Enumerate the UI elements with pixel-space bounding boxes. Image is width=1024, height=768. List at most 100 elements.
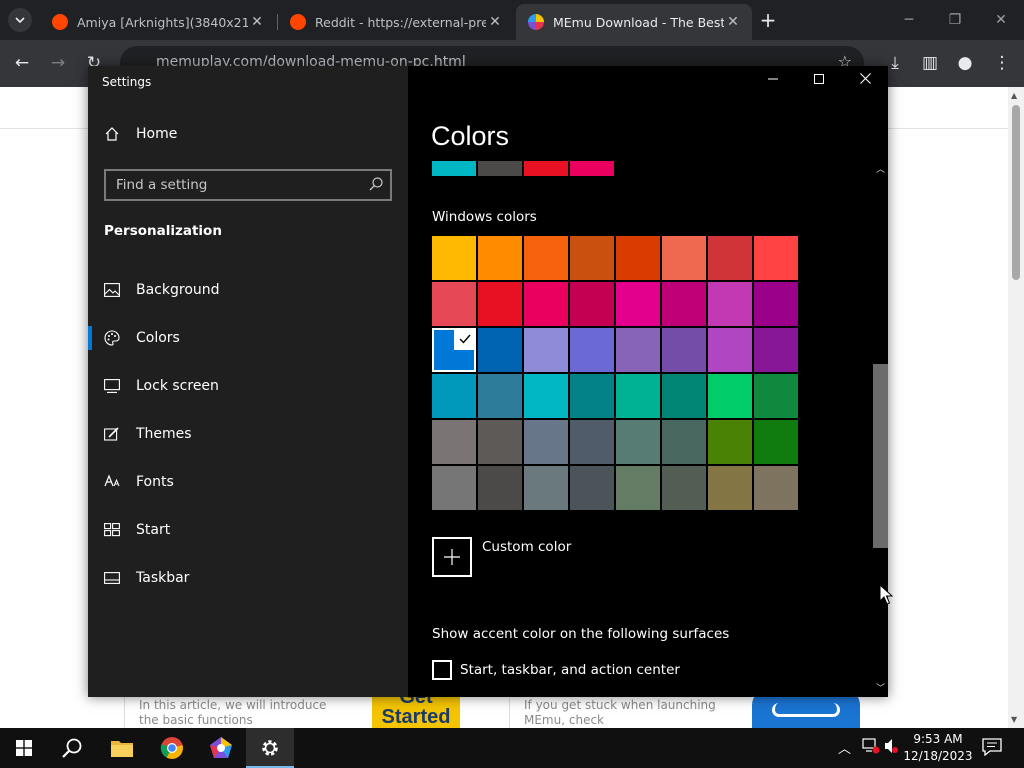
color-swatch[interactable]: [754, 328, 798, 372]
more-menu-icon[interactable]: ⋮: [989, 50, 1015, 76]
color-swatch[interactable]: [708, 236, 752, 280]
scroll-down-icon[interactable]: ﹀: [876, 681, 885, 694]
close-button[interactable]: [842, 70, 888, 92]
taskbar-search-button[interactable]: [48, 728, 96, 768]
minimize-button[interactable]: [750, 70, 796, 92]
color-swatch[interactable]: [570, 236, 614, 280]
color-swatch[interactable]: [524, 420, 568, 464]
color-swatch[interactable]: [754, 466, 798, 510]
color-swatch[interactable]: [662, 282, 706, 326]
scroll-up-icon[interactable]: ︿: [876, 162, 885, 175]
forward-arrow-icon[interactable]: →: [45, 50, 71, 76]
color-swatch[interactable]: [662, 236, 706, 280]
color-swatch[interactable]: [570, 466, 614, 510]
color-swatch[interactable]: [524, 282, 568, 326]
color-swatch[interactable]: [570, 328, 614, 372]
color-swatch[interactable]: [478, 282, 522, 326]
color-swatch[interactable]: [616, 236, 660, 280]
color-swatch[interactable]: [662, 374, 706, 418]
back-arrow-icon[interactable]: ←: [9, 50, 35, 76]
settings-taskbar-button[interactable]: [246, 728, 294, 768]
color-swatch[interactable]: [524, 374, 568, 418]
new-tab-button[interactable]: +: [758, 9, 778, 31]
nav-item-fonts[interactable]: Fonts: [88, 458, 408, 506]
nav-item-themes[interactable]: Themes: [88, 410, 408, 458]
show-hidden-icons-chevron-icon[interactable]: ︿: [838, 738, 851, 757]
search-input[interactable]: [116, 176, 356, 194]
nav-item-start[interactable]: Start: [88, 506, 408, 554]
settings-scrollbar[interactable]: ︿ ﹀: [873, 162, 888, 697]
color-swatch[interactable]: [478, 420, 522, 464]
browser-close-button[interactable]: ✕: [986, 8, 1016, 32]
nav-home[interactable]: Home: [104, 126, 177, 142]
chrome-taskbar-button[interactable]: [148, 728, 196, 768]
color-swatch[interactable]: [754, 374, 798, 418]
scroll-down-icon[interactable]: ▼: [1011, 715, 1017, 724]
custom-color-label[interactable]: Custom color: [482, 539, 571, 555]
color-swatch[interactable]: [754, 420, 798, 464]
color-swatch[interactable]: [708, 328, 752, 372]
browser-restore-button[interactable]: ❐: [940, 8, 970, 32]
color-swatch[interactable]: [478, 374, 522, 418]
start-button[interactable]: [0, 728, 48, 768]
nav-item-background[interactable]: Background: [88, 266, 408, 314]
color-swatch[interactable]: [432, 374, 476, 418]
memu-taskbar-button[interactable]: [197, 728, 245, 768]
system-clock[interactable]: 9:53 AM 12/18/2023: [898, 731, 978, 765]
nav-item-colors[interactable]: Colors: [88, 314, 408, 362]
close-tab-icon[interactable]: ✕: [248, 14, 266, 30]
color-swatch[interactable]: [570, 420, 614, 464]
tab-search-button[interactable]: [8, 8, 32, 32]
color-swatch[interactable]: [708, 466, 752, 510]
color-swatch[interactable]: [662, 328, 706, 372]
maximize-button[interactable]: [796, 70, 842, 92]
nav-item-lock-screen[interactable]: Lock screen: [88, 362, 408, 410]
find-setting-search[interactable]: [104, 169, 392, 201]
color-swatch[interactable]: [708, 282, 752, 326]
color-swatch[interactable]: [616, 420, 660, 464]
recent-color-swatch[interactable]: [478, 161, 522, 176]
side-panel-icon[interactable]: ▥: [917, 50, 943, 76]
color-swatch[interactable]: [478, 328, 522, 372]
nav-item-taskbar[interactable]: Taskbar: [88, 554, 408, 602]
close-tab-icon[interactable]: ✕: [486, 14, 504, 30]
color-swatch[interactable]: [432, 282, 476, 326]
color-swatch[interactable]: [616, 374, 660, 418]
color-swatch[interactable]: [524, 236, 568, 280]
color-swatch[interactable]: [754, 236, 798, 280]
start-taskbar-checkbox[interactable]: [432, 660, 452, 680]
action-center-icon[interactable]: [982, 738, 1004, 758]
color-swatch[interactable]: [662, 466, 706, 510]
browser-tab-memu[interactable]: MEmu Download - The Best Android ✕: [516, 4, 752, 40]
custom-color-button[interactable]: [432, 537, 472, 577]
color-swatch[interactable]: [662, 420, 706, 464]
color-swatch[interactable]: [432, 328, 476, 372]
recent-color-swatch[interactable]: [524, 161, 568, 176]
browser-minimize-button[interactable]: ─: [894, 8, 924, 32]
color-swatch[interactable]: [754, 282, 798, 326]
color-swatch[interactable]: [616, 282, 660, 326]
color-swatch[interactable]: [708, 374, 752, 418]
volume-muted-icon[interactable]: [884, 738, 898, 758]
start-taskbar-checkbox-row[interactable]: Start, taskbar, and action center: [432, 660, 680, 680]
color-swatch[interactable]: [616, 466, 660, 510]
close-tab-icon[interactable]: ✕: [724, 14, 742, 30]
recent-color-swatch[interactable]: [432, 161, 476, 176]
recent-color-swatch[interactable]: [570, 161, 614, 176]
settings-scroll-thumb[interactable]: [873, 364, 888, 548]
scroll-up-icon[interactable]: ▲: [1011, 91, 1017, 100]
color-swatch[interactable]: [616, 328, 660, 372]
color-swatch[interactable]: [524, 466, 568, 510]
browser-tab-amiya[interactable]: Amiya [Arknights](3840x2160) ✕: [40, 4, 276, 40]
page-scrollbar[interactable]: ▲ ▼: [1008, 87, 1024, 728]
color-swatch[interactable]: [478, 236, 522, 280]
color-swatch[interactable]: [432, 466, 476, 510]
color-swatch[interactable]: [708, 420, 752, 464]
browser-tab-reddit[interactable]: Reddit - https://external-preview ✕: [278, 4, 514, 40]
color-swatch[interactable]: [570, 282, 614, 326]
page-scroll-thumb[interactable]: [1012, 105, 1020, 280]
color-swatch[interactable]: [524, 328, 568, 372]
color-swatch[interactable]: [478, 466, 522, 510]
file-explorer-button[interactable]: [98, 728, 146, 768]
color-swatch[interactable]: [570, 374, 614, 418]
